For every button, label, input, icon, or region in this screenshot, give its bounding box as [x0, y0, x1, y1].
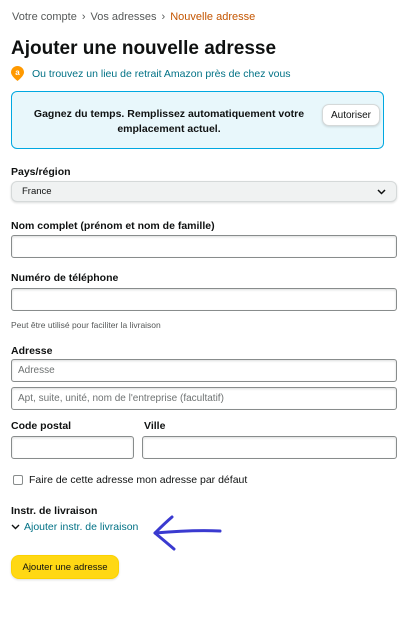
- allow-location-button[interactable]: Autoriser: [322, 104, 380, 126]
- pin-letter: a: [15, 68, 20, 77]
- breadcrumb-current: Nouvelle adresse: [170, 11, 256, 23]
- address-line2-input[interactable]: Apt, suite, unité, nom de l'entreprise (…: [11, 387, 397, 410]
- page-title: Ajouter une nouvelle adresse: [11, 38, 277, 59]
- full-name-input[interactable]: [11, 235, 397, 258]
- phone-label: Numéro de téléphone: [11, 272, 119, 284]
- location-pin-icon: a: [11, 66, 24, 81]
- country-value: France: [22, 186, 52, 197]
- delivery-instructions-label: Instr. de livraison: [11, 505, 98, 517]
- address-label: Adresse: [11, 345, 53, 357]
- breadcrumb-separator: ›: [161, 11, 166, 23]
- default-address-option[interactable]: Faire de cette adresse mon adresse par d…: [13, 474, 247, 486]
- postal-code-input[interactable]: [11, 436, 134, 459]
- autofill-message: Gagnez du temps. Remplissez automatiquem…: [33, 108, 305, 135]
- autofill-banner: Gagnez du temps. Remplissez automatiquem…: [11, 91, 384, 149]
- pickup-location-link[interactable]: a Ou trouvez un lieu de retrait Amazon p…: [11, 66, 291, 81]
- full-name-label: Nom complet (prénom et nom de famille): [11, 220, 215, 232]
- chevron-down-icon: [377, 188, 386, 195]
- address-line1-input[interactable]: Adresse: [11, 359, 397, 382]
- breadcrumb: Votre compte › Vos adresses › Nouvelle adres…: [12, 11, 255, 23]
- city-input[interactable]: [142, 436, 397, 459]
- chevron-down-icon: [11, 524, 20, 530]
- phone-hint: Peut être utilisé pour faciliter la livr…: [11, 320, 161, 330]
- add-address-button[interactable]: Ajouter une adresse: [11, 555, 119, 579]
- default-address-checkbox[interactable]: [13, 475, 23, 485]
- breadcrumb-your-addresses[interactable]: Vos adresses: [91, 11, 157, 23]
- default-address-label: Faire de cette adresse mon adresse par d…: [29, 474, 248, 486]
- pickup-link-text[interactable]: Ou trouvez un lieu de retrait Amazon prè…: [32, 68, 291, 80]
- breadcrumb-your-account[interactable]: Votre compte: [12, 11, 77, 23]
- breadcrumb-separator: ›: [81, 11, 86, 23]
- add-delivery-instructions-text[interactable]: Ajouter instr. de livraison: [24, 521, 138, 533]
- add-delivery-instructions-link[interactable]: Ajouter instr. de livraison: [11, 521, 138, 533]
- city-label: Ville: [144, 420, 166, 432]
- postal-code-label: Code postal: [11, 420, 72, 432]
- country-select[interactable]: France: [11, 181, 397, 202]
- country-label: Pays/région: [11, 166, 71, 178]
- annotation-arrow-icon: [153, 515, 222, 551]
- phone-input[interactable]: [11, 288, 397, 311]
